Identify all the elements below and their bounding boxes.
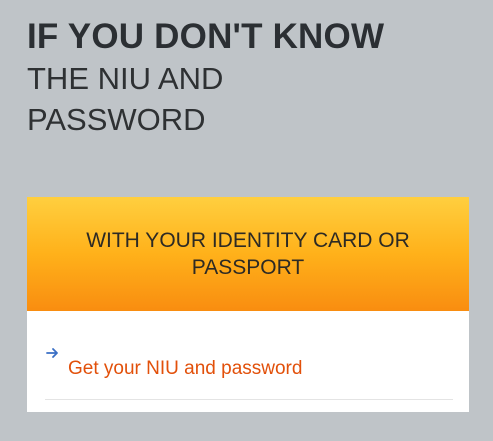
heading-line-3: PASSWORD: [27, 102, 206, 137]
niu-info-panel: IF YOU DON'T KNOW THE NIU AND PASSWORD W…: [0, 0, 493, 441]
card-body: Get your NIU and password: [27, 311, 469, 412]
heading-line-1: IF YOU DON'T KNOW: [27, 17, 385, 56]
heading-line-2: THE NIU AND: [27, 61, 224, 96]
identity-card-option: WITH YOUR IDENTITY CARD OR PASSPORT Get …: [27, 197, 469, 412]
get-niu-link[interactable]: Get your NIU and password: [45, 345, 453, 400]
card-header: WITH YOUR IDENTITY CARD OR PASSPORT: [27, 197, 469, 311]
panel-heading: IF YOU DON'T KNOW THE NIU AND PASSWORD: [27, 16, 477, 140]
get-niu-link-label[interactable]: Get your NIU and password: [68, 358, 302, 380]
card-header-text: WITH YOUR IDENTITY CARD OR PASSPORT: [86, 229, 410, 279]
arrow-right-icon: [46, 346, 60, 358]
